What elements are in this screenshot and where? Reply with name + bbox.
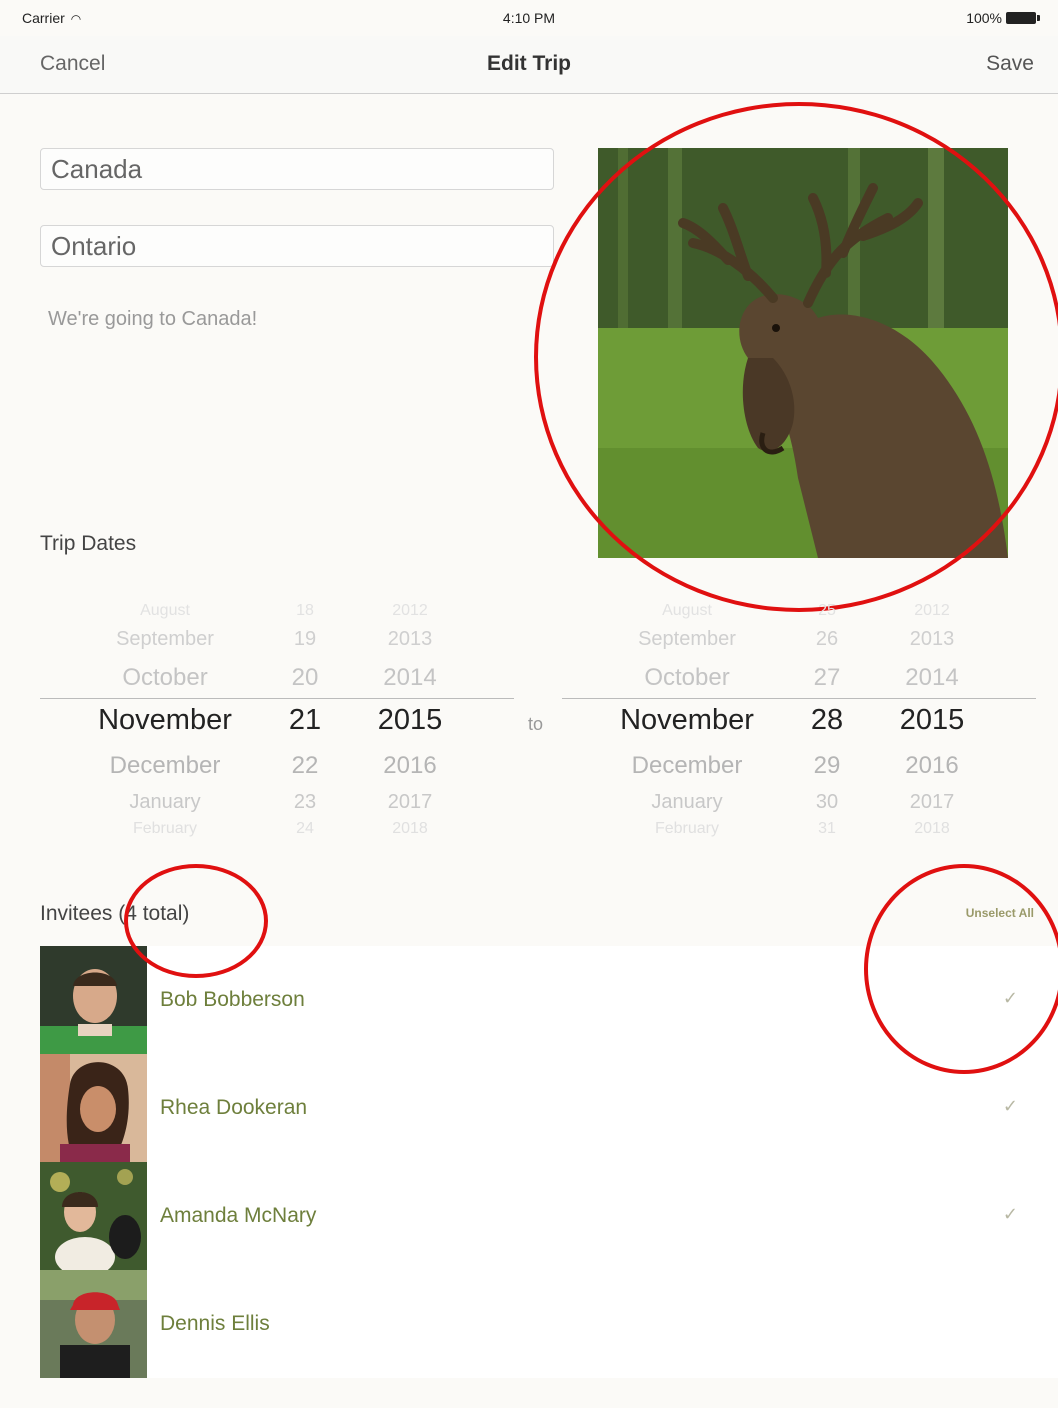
invitee-row[interactable]: Rhea Dookeran ✓	[40, 1054, 1058, 1162]
picker-row[interactable]: 30	[797, 791, 857, 814]
start-day-wheel[interactable]: 18 19 20 21 22 23 24	[275, 598, 335, 848]
picker-row[interactable]: 29	[797, 752, 857, 780]
picker-row[interactable]: September	[562, 628, 812, 651]
moose-image	[598, 148, 1008, 558]
end-date-picker[interactable]: August September October November Decemb…	[562, 598, 1036, 848]
avatar	[40, 946, 147, 1054]
region-field[interactable]	[40, 225, 554, 267]
picker-row[interactable]: 2013	[360, 628, 460, 651]
picker-row[interactable]: 31	[797, 820, 857, 838]
invitee-name: Amanda McNary	[160, 1204, 317, 1227]
trip-dates-heading: Trip Dates	[40, 532, 137, 555]
picker-row-selected[interactable]: 21	[275, 704, 335, 737]
invitee-list: Bob Bobberson ✓ Rhea Dookeran ✓ Amanda M…	[40, 946, 1058, 1378]
picker-row[interactable]: February	[40, 820, 290, 838]
checkmark-icon: ✓	[1002, 988, 1018, 1008]
trip-photo[interactable]	[598, 148, 1008, 558]
end-month-wheel[interactable]: August September October November Decemb…	[562, 598, 812, 848]
invitee-row[interactable]: Dennis Ellis	[40, 1270, 1058, 1378]
picker-row[interactable]: 22	[275, 752, 335, 780]
picker-row[interactable]: 24	[275, 820, 335, 838]
avatar	[40, 1270, 147, 1378]
invitees-heading: Invitees (4 total)	[40, 902, 190, 925]
picker-row[interactable]: 2017	[360, 791, 460, 814]
date-range-separator: to	[528, 714, 544, 734]
picker-row[interactable]: 20	[275, 664, 335, 692]
picker-row[interactable]: August	[562, 602, 812, 620]
picker-row[interactable]: 2016	[360, 752, 460, 780]
battery-indicator: 100%	[966, 10, 1040, 26]
picker-row[interactable]: February	[562, 820, 812, 838]
picker-row[interactable]: October	[562, 664, 812, 692]
battery-icon	[1006, 12, 1040, 24]
start-month-wheel[interactable]: August September October November Decemb…	[40, 598, 290, 848]
picker-row[interactable]: 2014	[360, 664, 460, 692]
start-year-wheel[interactable]: 2012 2013 2014 2015 2016 2017 2018	[360, 598, 460, 848]
notes-text-area[interactable]: We're going to Canada!	[40, 300, 554, 500]
clock: 4:10 PM	[502, 10, 556, 26]
picker-row[interactable]: 2012	[882, 602, 982, 620]
page-title: Edit Trip	[487, 52, 571, 75]
battery-percent: 100%	[966, 10, 1002, 26]
avatar	[40, 1162, 147, 1270]
picker-row[interactable]: 2014	[882, 664, 982, 692]
picker-row[interactable]: 25	[797, 602, 857, 620]
picker-row-selected[interactable]: 2015	[360, 704, 460, 737]
picker-row[interactable]: January	[40, 791, 290, 814]
end-year-wheel[interactable]: 2012 2013 2014 2015 2016 2017 2018	[882, 598, 982, 848]
picker-row-selected[interactable]: 28	[797, 704, 857, 737]
picker-row-selected[interactable]: November	[562, 704, 812, 737]
picker-row[interactable]: January	[562, 791, 812, 814]
avatar	[40, 1054, 147, 1162]
picker-row-selected[interactable]: November	[40, 704, 290, 737]
picker-row[interactable]: October	[40, 664, 290, 692]
start-date-picker[interactable]: August September October November Decemb…	[40, 598, 514, 848]
picker-row[interactable]: December	[40, 752, 290, 780]
picker-row[interactable]: 2018	[360, 820, 460, 838]
invitee-name: Rhea Dookeran	[160, 1096, 308, 1119]
invitee-row[interactable]: Amanda McNary ✓	[40, 1162, 1058, 1270]
picker-row[interactable]: 2018	[882, 820, 982, 838]
picker-row[interactable]: August	[40, 602, 290, 620]
picker-row[interactable]: 23	[275, 791, 335, 814]
navigation-bar: Cancel Edit Trip Save	[0, 36, 1058, 94]
status-bar: Carrier ◠ 4:10 PM 100%	[0, 0, 1058, 36]
checkmark-icon: ✓	[1002, 1096, 1018, 1116]
picker-row[interactable]: 2013	[882, 628, 982, 651]
picker-row[interactable]: 2017	[882, 791, 982, 814]
picker-row[interactable]: September	[40, 628, 290, 651]
end-day-wheel[interactable]: 25 26 27 28 29 30 31	[797, 598, 857, 848]
picker-row[interactable]: 26	[797, 628, 857, 651]
invitee-row[interactable]: Bob Bobberson ✓	[40, 946, 1058, 1054]
save-button[interactable]: Save	[986, 52, 1034, 76]
country-field[interactable]	[40, 148, 554, 190]
picker-row[interactable]: 19	[275, 628, 335, 651]
picker-row[interactable]: 2012	[360, 602, 460, 620]
picker-row[interactable]: December	[562, 752, 812, 780]
checkmark-icon: ✓	[1002, 1204, 1018, 1224]
picker-row-selected[interactable]: 2015	[882, 704, 982, 737]
picker-row[interactable]: 2016	[882, 752, 982, 780]
unselect-all-button[interactable]: Unselect All	[966, 906, 1034, 920]
picker-row[interactable]: 18	[275, 602, 335, 620]
invitee-name: Dennis Ellis	[160, 1312, 270, 1335]
picker-row[interactable]: 27	[797, 664, 857, 692]
invitee-name: Bob Bobberson	[160, 988, 305, 1011]
